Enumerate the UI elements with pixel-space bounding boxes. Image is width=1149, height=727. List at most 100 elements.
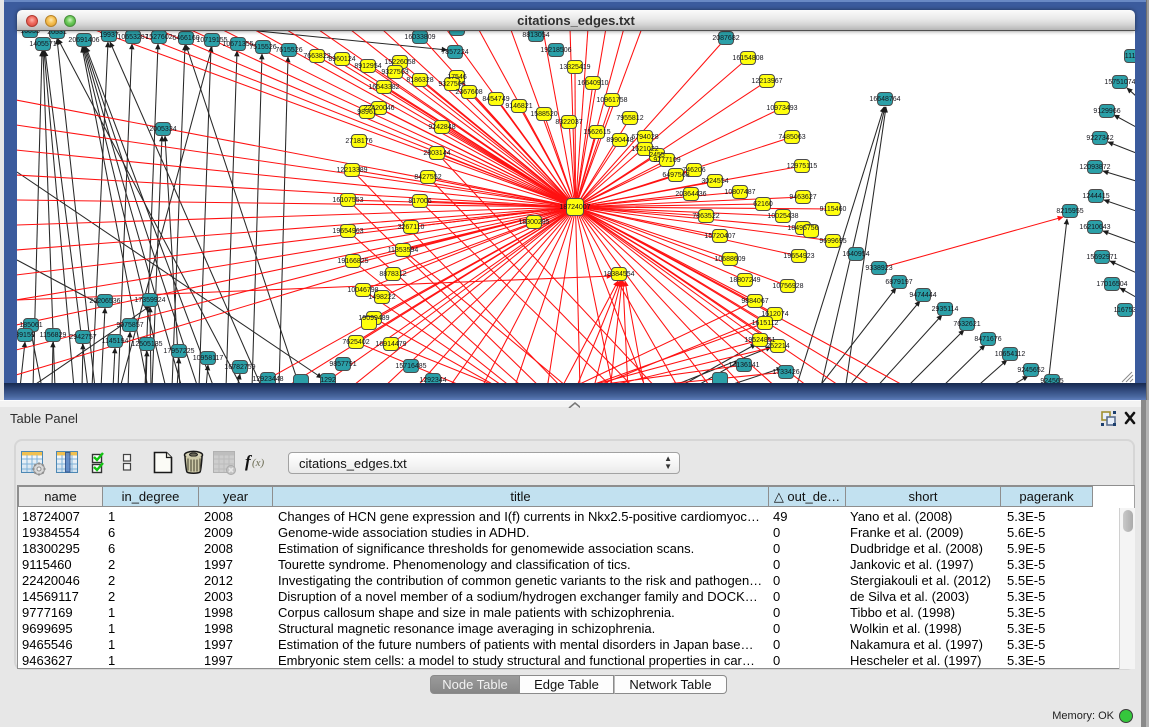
svg-text:116753: 116753 [1114,307,1135,314]
svg-text:17546: 17546 [447,74,467,81]
svg-text:1562615: 1562615 [583,129,610,136]
svg-text:8454749: 8454749 [482,96,509,103]
svg-text:8471676: 8471676 [974,336,1001,343]
svg-text:(x): (x) [252,457,265,469]
svg-text:16648764: 16648764 [869,96,900,103]
svg-text:19654923: 19654923 [783,253,814,260]
svg-text:8322037: 8322037 [555,119,582,126]
svg-text:1112: 1112 [1125,53,1135,60]
svg-text:10654112: 10654112 [995,351,1026,358]
svg-text:10973493: 10973493 [766,105,797,112]
svg-text:9975857: 9975857 [116,322,143,329]
svg-text:15692971: 15692971 [1086,254,1117,261]
svg-text:15720407: 15720407 [704,233,735,240]
svg-text:12213967: 12213967 [751,78,782,85]
svg-text:7632621: 7632621 [953,321,980,328]
svg-text:12975115: 12975115 [787,163,818,170]
svg-text:9129966: 9129966 [1093,108,1120,115]
svg-text:1498222: 1498222 [368,294,395,301]
svg-text:7615526: 7615526 [275,47,302,54]
svg-text:1405571: 1405571 [29,41,56,48]
svg-text:15226058: 15226058 [384,59,415,66]
svg-text:10756928: 10756928 [772,283,803,290]
svg-text:7485063: 7485063 [778,134,805,141]
svg-text:8813054: 8813054 [522,32,549,39]
svg-text:10688609: 10688609 [714,256,745,263]
svg-text:746206: 746206 [682,167,705,174]
svg-text:10046798: 10046798 [347,287,378,294]
svg-text:16154808: 16154808 [732,55,763,62]
svg-text:17016504: 17016504 [1096,281,1127,288]
svg-text:8427552: 8427552 [414,174,441,181]
svg-text:19166825: 19166825 [337,258,368,265]
svg-text:7857224: 7857224 [441,49,468,56]
svg-text:2942757: 2942757 [69,334,96,341]
svg-text:2803144: 2803144 [423,150,450,157]
svg-text:17957225: 17957225 [163,348,194,355]
svg-text:19384554: 19384554 [603,271,634,278]
svg-text:18300295: 18300295 [518,219,549,226]
svg-text:9857791: 9857791 [329,361,356,368]
svg-text:1292344: 1292344 [419,377,446,383]
svg-text:16782759: 16782759 [224,364,255,371]
svg-text:9115460: 9115460 [820,206,847,213]
svg-text:817006: 817006 [408,198,431,205]
svg-text:8912954: 8912954 [354,63,381,70]
svg-text:8878312: 8878312 [379,271,406,278]
svg-text:8186328: 8186328 [406,77,433,84]
svg-text:15751074: 15751074 [1104,79,1135,86]
svg-text:9474444: 9474444 [909,292,936,299]
svg-text:7955812: 7955812 [616,115,643,122]
svg-text:252214: 252214 [766,343,789,350]
svg-text:2935114: 2935114 [932,306,959,313]
svg-text:16033: 16033 [20,31,40,35]
svg-text:62160: 62160 [753,201,773,208]
svg-text:6794028: 6794028 [631,134,658,141]
svg-text:1156829: 1156829 [40,332,67,339]
svg-text:8960124: 8960124 [328,56,355,63]
svg-text:9227342: 9227342 [1086,135,1113,142]
svg-text:9242848: 9242848 [428,124,455,131]
svg-text:20364436: 20364436 [675,191,706,198]
svg-text:20206536: 20206536 [89,298,120,305]
svg-text:9463627: 9463627 [789,194,816,201]
svg-text:17359924: 17359924 [134,297,165,304]
svg-text:98961: 98961 [357,109,377,116]
svg-text:2718176: 2718176 [345,138,372,145]
svg-text:1527602: 1527602 [145,34,172,41]
svg-text:2005334: 2005334 [149,126,176,133]
svg-text:8990448: 8990448 [606,137,633,144]
svg-text:7515526: 7515526 [249,44,276,51]
svg-text:6879197: 6879197 [885,279,912,286]
svg-text:10958117: 10958117 [193,355,224,362]
svg-text:9699695: 9699695 [819,238,846,245]
svg-text:19654963: 19654963 [332,228,363,235]
svg-text:8215955: 8215955 [1056,208,1083,215]
svg-text:16210643: 16210643 [1079,224,1110,231]
svg-text:13325419: 13325419 [559,64,590,71]
svg-text:18495756: 18495756 [787,225,818,232]
svg-text:1612074: 1612074 [761,311,788,318]
svg-text:16640910: 16640910 [577,80,608,87]
svg-text:18724007: 18724007 [559,204,590,211]
svg-text:1615112: 1615112 [752,320,779,327]
svg-text:14136141: 14136141 [728,362,759,369]
svg-text:1145194: 1145194 [102,338,129,345]
svg-text:3024554: 3024554 [701,178,728,185]
svg-text:1640954: 1640954 [842,251,869,258]
svg-text:1292: 1292 [320,377,336,383]
svg-text:2087682: 2087682 [712,35,739,42]
svg-text:10961758: 10961758 [596,97,627,104]
svg-text:18807249: 18807249 [729,277,760,284]
svg-text:11353594: 11353594 [388,247,419,254]
svg-text:1588520: 1588520 [530,111,557,118]
svg-text:39159: 39159 [17,332,35,339]
svg-text:9327508: 9327508 [438,81,465,88]
svg-text:924565: 924565 [1040,378,1063,383]
svg-text:16107553: 16107553 [332,197,363,204]
svg-text:10807487: 10807487 [724,189,755,196]
svg-text:19099489: 19099489 [358,315,389,322]
svg-text:15716485: 15716485 [395,363,426,370]
svg-text:12213389: 12213389 [336,167,367,174]
svg-text:16033809: 16033809 [404,34,435,41]
